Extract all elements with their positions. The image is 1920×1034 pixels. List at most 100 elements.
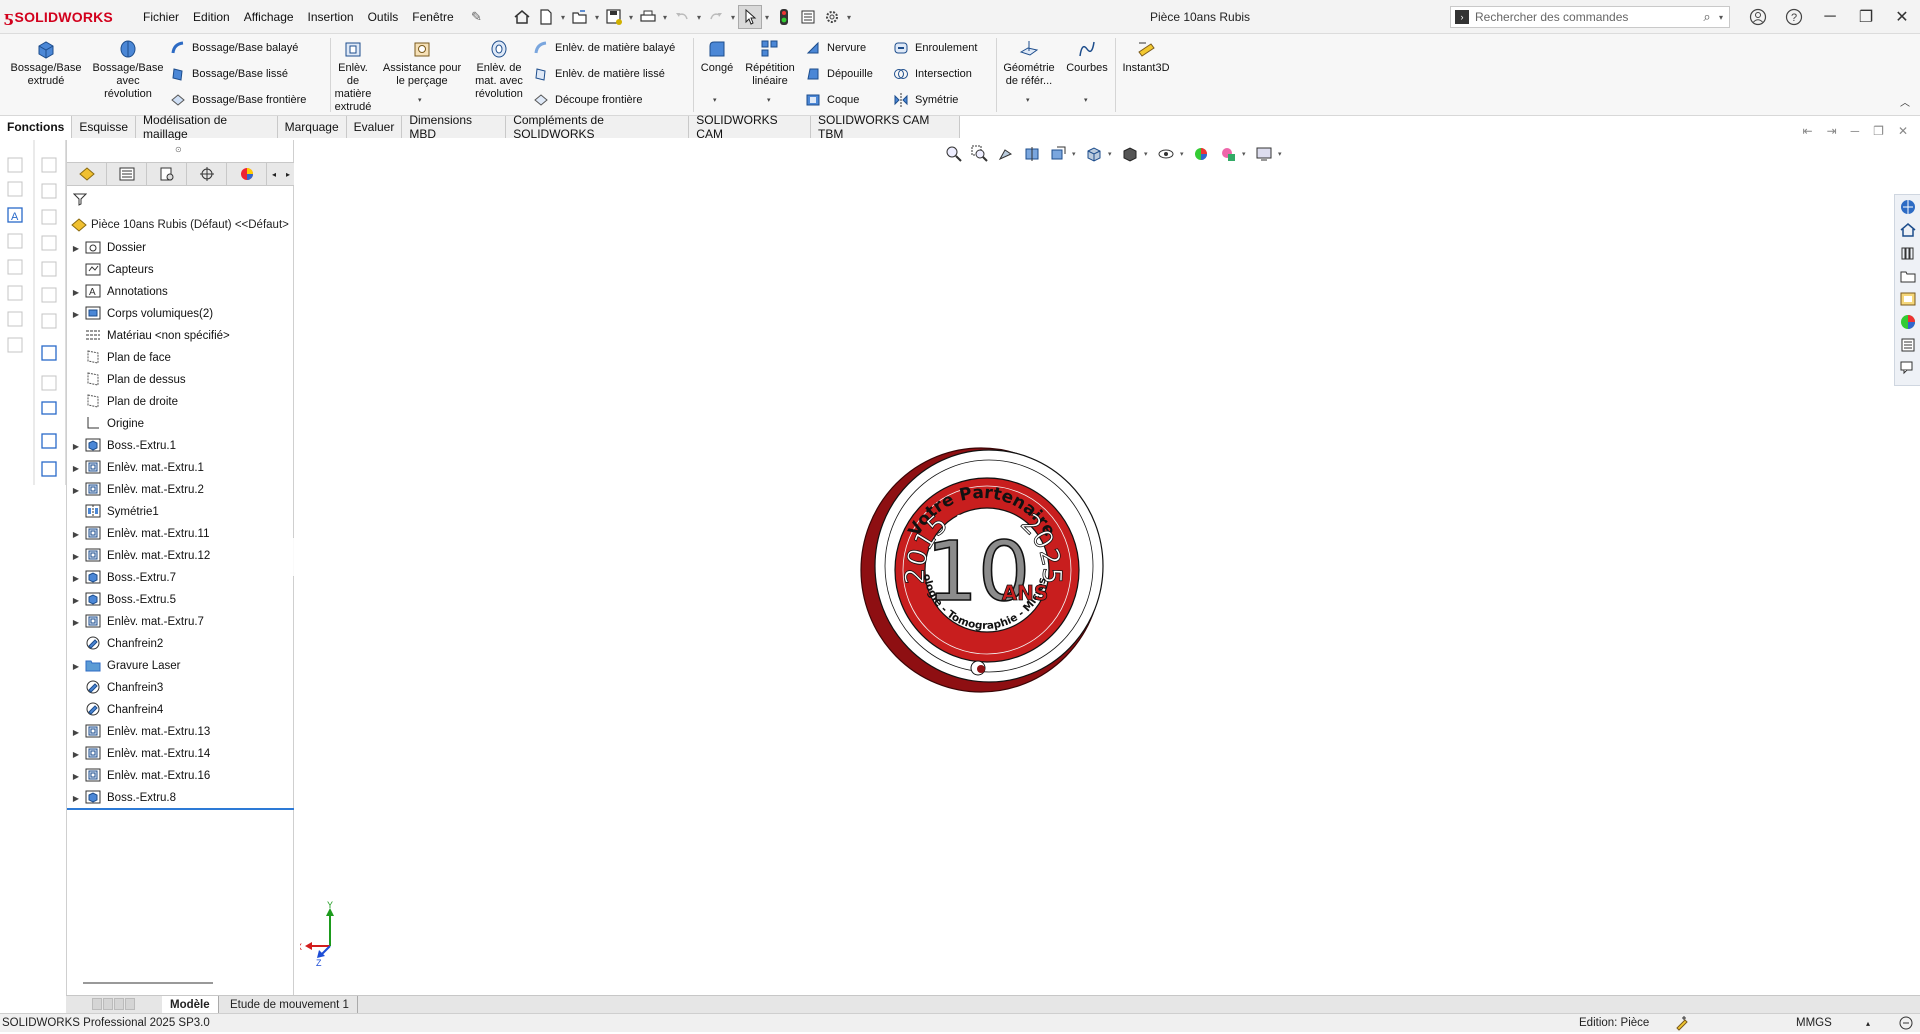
tree-node[interactable]: Symétrie1 (67, 501, 295, 523)
expand-arrow-icon[interactable]: ▶ (67, 310, 85, 319)
collapse-ribbon-icon[interactable]: ︿ (1900, 94, 1910, 109)
expand-arrow-icon[interactable]: ▶ (67, 662, 85, 671)
propertymanager-tab-icon[interactable] (107, 163, 147, 185)
print-icon[interactable] (636, 5, 660, 29)
restore-icon[interactable]: ❐ (1873, 124, 1884, 138)
zoom-to-area-icon[interactable] (968, 143, 992, 165)
expand-arrow-icon[interactable]: ▶ (67, 728, 85, 737)
last-tab-icon[interactable] (125, 998, 135, 1010)
rebuild-traffic-light-icon[interactable] (772, 5, 796, 29)
part-3d-model[interactable]: Votre Partenaire depuis 2015 2025 Métrol… (850, 430, 1120, 700)
dimxpert-tab-icon[interactable] (187, 163, 227, 185)
part-root-node[interactable]: Pièce 10ans Rubis (Défaut) <<Défaut> (71, 218, 289, 232)
undo-icon[interactable] (670, 5, 694, 29)
chevron-down-icon[interactable]: ▾ (660, 5, 670, 29)
chevron-down-icon[interactable]: ▾ (592, 5, 602, 29)
home-icon[interactable] (510, 5, 534, 29)
intersect-button[interactable]: Intersection (893, 64, 972, 84)
close-icon[interactable]: ✕ (1898, 124, 1908, 138)
new-document-icon[interactable] (534, 5, 558, 29)
forum-icon[interactable] (1897, 357, 1919, 379)
close-icon[interactable]: ✕ (1884, 0, 1920, 34)
menu-outils[interactable]: Outils (361, 10, 406, 24)
tab-marquage[interactable]: Marquage (278, 116, 347, 138)
tab-modelisation-maillage[interactable]: Modélisation de maillage (136, 113, 278, 141)
tree-node[interactable]: Chanfrein2 (67, 633, 295, 655)
chevron-down-icon[interactable]: ▾ (1719, 13, 1729, 22)
tree-node[interactable]: ▶ Corps volumiques(2) (67, 303, 295, 325)
tree-node[interactable]: ▶ Dossier (67, 237, 295, 259)
chevron-left-icon[interactable]: ◂ (267, 163, 281, 185)
minimize-icon[interactable]: ─ (1812, 0, 1848, 34)
menu-fenetre[interactable]: Fenêtre (405, 10, 460, 24)
tree-node[interactable]: ▶ Enlèv. mat.-Extru.14 (67, 743, 295, 765)
lofted-boss-button[interactable]: Bossage/Base lissé (170, 64, 288, 84)
appearances-scenes-icon[interactable] (1897, 311, 1919, 333)
chevron-down-icon[interactable]: ▾ (1072, 150, 1080, 158)
solidworks-logo[interactable]: ƽ SOLIDWORKS (4, 8, 113, 26)
swept-boss-button[interactable]: Bossage/Base balayé (170, 38, 298, 58)
panel-grip-icon[interactable]: ⊙ (175, 145, 182, 154)
tab-dimensions-mbd[interactable]: Dimensions MBD (402, 113, 507, 141)
solidworks-resources-icon[interactable] (1897, 196, 1919, 218)
chevron-down-icon[interactable]: ▾ (558, 5, 568, 29)
expand-arrow-icon[interactable]: ▶ (67, 486, 85, 495)
boundary-boss-button[interactable]: Bossage/Base frontière (170, 90, 306, 110)
save-icon[interactable] (602, 5, 626, 29)
chevron-down-icon[interactable]: ▾ (1084, 96, 1088, 104)
filter-icon[interactable] (72, 192, 88, 209)
expand-arrow-icon[interactable]: ▶ (67, 596, 85, 605)
redo-icon[interactable] (704, 5, 728, 29)
chevron-down-icon[interactable]: ▾ (762, 5, 772, 29)
expand-arrow-icon[interactable]: ▶ (67, 618, 85, 627)
expand-arrow-icon[interactable]: ▶ (67, 750, 85, 759)
expand-right-icon[interactable]: ⇥ (1827, 124, 1837, 138)
open-document-icon[interactable] (568, 5, 592, 29)
rollback-bar[interactable] (67, 808, 295, 810)
edit-appearance-icon[interactable] (1190, 143, 1214, 165)
expand-arrow-icon[interactable]: ▶ (67, 288, 85, 297)
pin-menu-icon[interactable]: ✎ (471, 9, 482, 25)
tab-complements[interactable]: Compléments de SOLIDWORKS (506, 113, 690, 141)
hole-wizard-button[interactable]: Assistance pour le perçage (378, 38, 466, 88)
tree-node[interactable]: Plan de droite (67, 391, 295, 413)
tree-node[interactable]: ▶ Enlèv. mat.-Extru.16 (67, 765, 295, 787)
reference-geometry-button[interactable]: Géométrie de référ... (1000, 38, 1058, 88)
menu-insertion[interactable]: Insertion (301, 10, 361, 24)
command-search[interactable]: › Rechercher des commandes ⌕ ▾ (1450, 6, 1730, 28)
expand-arrow-icon[interactable]: ▶ (67, 794, 85, 803)
section-view-icon[interactable] (1020, 143, 1044, 165)
chevron-down-icon[interactable]: ▾ (1108, 150, 1116, 158)
select-pointer-icon[interactable] (738, 5, 762, 29)
display-style-icon[interactable] (1118, 143, 1142, 165)
display-manager-tab-icon[interactable] (227, 163, 267, 185)
tree-node[interactable]: ▶ Enlèv. mat.-Extru.12 (67, 545, 295, 567)
chevron-down-icon[interactable]: ▾ (626, 5, 636, 29)
design-library-icon[interactable] (1897, 242, 1919, 264)
revolved-boss-button[interactable]: Bossage/Base avec révolution (88, 38, 168, 101)
tab-solidworks-cam-tbm[interactable]: SOLIDWORKS CAM TBM (811, 113, 960, 141)
tree-node[interactable]: ▶ Enlèv. mat.-Extru.13 (67, 721, 295, 743)
chevron-down-icon[interactable]: ▾ (1144, 150, 1152, 158)
extruded-cut-button[interactable]: Enlèv. de matière extrudé (334, 38, 372, 114)
tree-node[interactable]: ▶ Boss.-Extru.5 (67, 589, 295, 611)
tree-node[interactable]: ▶ Enlèv. mat.-Extru.1 (67, 457, 295, 479)
shell-button[interactable]: Coque (805, 90, 859, 110)
fillet-button[interactable]: Congé (697, 38, 737, 75)
chevron-down-icon[interactable]: ▾ (728, 5, 738, 29)
wrap-button[interactable]: Enroulement (893, 38, 977, 58)
tree-node[interactable]: ▶ A Annotations (67, 281, 295, 303)
collapse-left-icon[interactable]: ⇤ (1803, 124, 1813, 138)
chevron-right-icon[interactable]: ▸ (281, 163, 295, 185)
tree-node[interactable]: Plan de dessus (67, 369, 295, 391)
expand-arrow-icon[interactable]: ▶ (67, 464, 85, 473)
minimize-icon[interactable]: ─ (1851, 124, 1860, 138)
chevron-down-icon[interactable]: ▾ (713, 96, 717, 104)
chevron-down-icon[interactable]: ▾ (1242, 150, 1250, 158)
revolved-cut-button[interactable]: Enlèv. de mat. avec révolution (470, 38, 528, 101)
menu-fichier[interactable]: Fichier (136, 10, 186, 24)
expand-arrow-icon[interactable]: ▶ (67, 574, 85, 583)
swept-cut-button[interactable]: Enlèv. de matière balayé (533, 38, 675, 58)
draft-button[interactable]: Dépouille (805, 64, 873, 84)
tree-node[interactable]: ▶ Boss.-Extru.1 (67, 435, 295, 457)
